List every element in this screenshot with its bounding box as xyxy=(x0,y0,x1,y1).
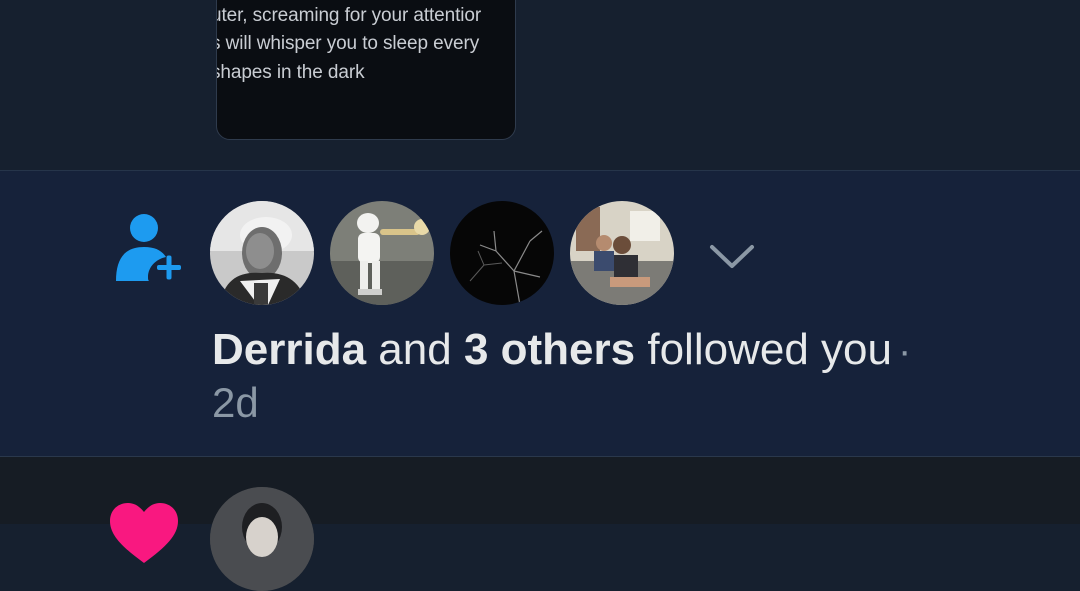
follow-notification[interactable]: Derrida and 3 others followed you · 2d xyxy=(0,171,1080,456)
quoted-tweet-text-line: s will whisper you to sleep every xyxy=(216,33,480,54)
quoted-tweet-card[interactable]: uter, screaming for your attentior s wil… xyxy=(216,0,516,140)
avatar-family-couch[interactable] xyxy=(570,201,674,305)
avatar[interactable] xyxy=(210,487,314,591)
previous-notification: uter, screaming for your attentior s wil… xyxy=(0,0,1080,170)
actor-name[interactable]: Derrida xyxy=(212,325,366,374)
quoted-tweet-text-line: uter, screaming for your attentior xyxy=(216,5,482,26)
like-notification[interactable] xyxy=(0,457,1080,591)
separator-dot: · xyxy=(897,329,912,373)
person-add-icon xyxy=(116,214,181,281)
others-count[interactable]: 3 others xyxy=(464,325,635,374)
notification-message: Derrida and 3 others followed you · xyxy=(212,323,1012,378)
notification-timestamp: 2d xyxy=(212,379,259,426)
avatar-robot-trumpet[interactable] xyxy=(330,201,434,305)
chevron-down-icon[interactable] xyxy=(706,239,758,273)
quoted-tweet-text-line: shapes in the dark xyxy=(216,62,365,83)
avatar-dark-branches[interactable] xyxy=(450,201,554,305)
action-text: followed you xyxy=(635,325,892,374)
heart-icon xyxy=(110,503,178,563)
connector-text: and xyxy=(366,325,464,374)
avatar-derrida[interactable] xyxy=(210,201,314,305)
